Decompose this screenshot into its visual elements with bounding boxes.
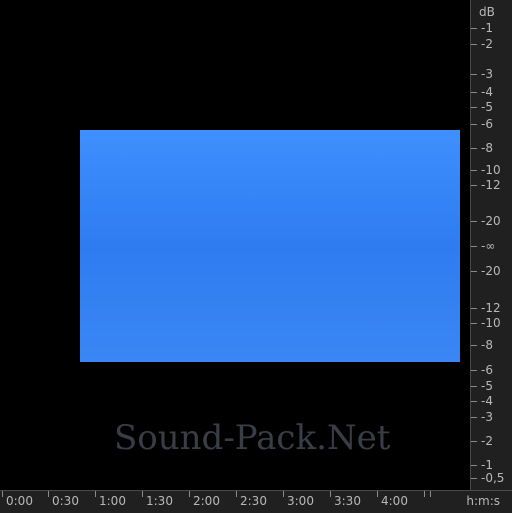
db-label: -3: [481, 67, 493, 81]
db-label: -2: [481, 37, 493, 51]
db-label: -3: [481, 410, 493, 424]
db-label: -0,5: [481, 471, 505, 485]
db-unit-label: dB: [479, 5, 495, 19]
time-label: 1:30: [146, 494, 173, 508]
time-tick: [2, 491, 3, 497]
time-label: 2:30: [240, 494, 267, 508]
db-tick: [471, 185, 477, 186]
db-label: -10: [481, 163, 501, 177]
time-tick: [189, 491, 190, 497]
waveform-view[interactable]: [0, 0, 470, 490]
db-label: -12: [481, 301, 501, 315]
db-label: -5: [481, 379, 493, 393]
db-label: -8: [481, 338, 493, 352]
db-tick: [471, 345, 477, 346]
db-tick: [471, 221, 477, 222]
time-tick: [377, 491, 378, 497]
time-tick: [330, 491, 331, 497]
db-label: -2: [481, 434, 493, 448]
db-tick: [471, 170, 477, 171]
db-label: -6: [481, 363, 493, 377]
db-tick: [471, 271, 477, 272]
time-label: 0:30: [52, 494, 79, 508]
db-tick: [471, 370, 477, 371]
time-label: 4:00: [381, 494, 408, 508]
time-label: 1:00: [99, 494, 126, 508]
db-label: -1: [481, 21, 493, 35]
db-tick: [471, 28, 477, 29]
db-label: -∞: [481, 239, 496, 253]
time-label: 3:00: [287, 494, 314, 508]
time-label: 0:00: [6, 494, 33, 508]
db-label: -6: [481, 117, 493, 131]
db-scale-ruler: dB -1 -2 -3 -4 -5 -6 -8 -10 -12 -20 -∞ -20 -12 -10 -8-…: [470, 0, 512, 490]
db-label: -4: [481, 85, 493, 99]
db-tick: [471, 246, 477, 247]
db-tick: [471, 417, 477, 418]
time-tick: [48, 491, 49, 497]
time-tick: [95, 491, 96, 497]
db-tick: [471, 465, 477, 466]
db-label: -20: [481, 264, 501, 278]
db-tick: [471, 107, 477, 108]
time-unit-label: h:m:s: [466, 494, 500, 508]
time-label: 3:30: [334, 494, 361, 508]
db-tick: [471, 386, 477, 387]
db-label: -1: [481, 458, 493, 472]
db-tick: [471, 148, 477, 149]
waveform-graphic[interactable]: [0, 0, 470, 490]
db-tick: [471, 441, 477, 442]
time-label: 2:00: [193, 494, 220, 508]
db-label: -5: [481, 100, 493, 114]
db-tick: [471, 44, 477, 45]
db-tick: [471, 323, 477, 324]
time-tick: [424, 491, 425, 497]
time-tick: [142, 491, 143, 497]
db-label: -8: [481, 141, 493, 155]
db-tick: [471, 124, 477, 125]
time-ruler[interactable]: h:m:s 0:00 0:30 1:00 1:30 2:00 2:30 3:00 3:30 4:…: [0, 490, 512, 513]
db-tick: [471, 308, 477, 309]
db-label: -4: [481, 394, 493, 408]
db-tick: [471, 401, 477, 402]
db-tick: [471, 92, 477, 93]
db-label: -20: [481, 214, 501, 228]
db-label: -10: [481, 316, 501, 330]
time-tick: [236, 491, 237, 497]
db-tick: [471, 74, 477, 75]
db-tick: [471, 478, 477, 479]
db-label: -12: [481, 178, 501, 192]
time-tick: [283, 491, 284, 497]
time-tick: [430, 491, 431, 497]
